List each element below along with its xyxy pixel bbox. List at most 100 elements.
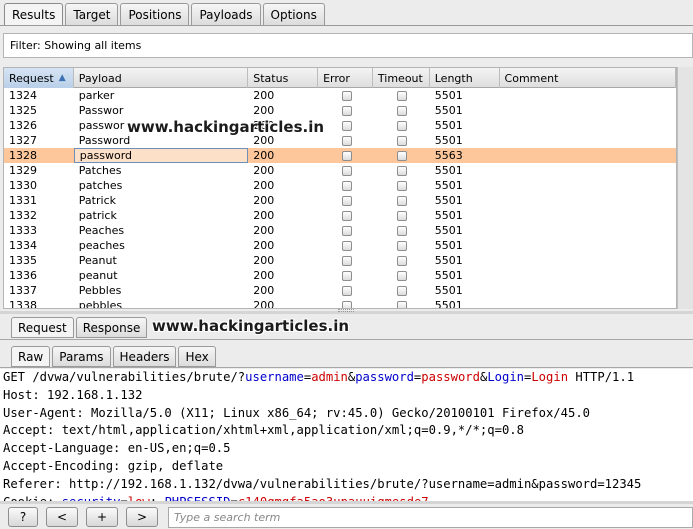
timeout-checkbox[interactable] [396, 195, 407, 206]
timeout-checkbox[interactable] [396, 270, 407, 281]
tab-hex[interactable]: Hex [178, 346, 216, 367]
table-row[interactable]: 1333 Peaches 200 5501 [4, 223, 676, 238]
error-checkbox[interactable] [342, 165, 353, 176]
error-checkbox[interactable] [342, 180, 353, 191]
table-row[interactable]: 1336 peanut 200 5501 [4, 268, 676, 283]
tab-target[interactable]: Target [65, 3, 119, 25]
tab-headers[interactable]: Headers [112, 346, 177, 367]
table-row[interactable]: 1338 pebbles 200 5501 [4, 298, 676, 309]
error-cell [318, 268, 373, 283]
filter-bar[interactable]: Filter: Showing all items [3, 33, 693, 58]
raw-request-editor[interactable]: GET /dvwa/vulnerabilities/brute/?usernam… [0, 369, 693, 503]
error-checkbox[interactable] [342, 195, 353, 206]
table-row[interactable]: 1337 Pebbles 200 5501 [4, 283, 676, 298]
error-checkbox[interactable] [342, 210, 353, 221]
cell-request: 1338 [9, 299, 37, 309]
table-row[interactable]: 1330 patches 200 5501 [4, 178, 676, 193]
timeout-checkbox[interactable] [396, 225, 407, 236]
timeout-checkbox[interactable] [396, 150, 407, 161]
error-checkbox[interactable] [342, 300, 353, 308]
error-checkbox[interactable] [342, 150, 353, 161]
timeout-checkbox[interactable] [396, 135, 407, 146]
error-checkbox[interactable] [342, 90, 353, 101]
cell-request: 1336 [9, 269, 37, 282]
error-checkbox[interactable] [342, 255, 353, 266]
request-text: Accept-Language: en-US,en;q=0.5 [3, 441, 231, 456]
error-checkbox[interactable] [342, 240, 353, 251]
editor-horizontal-scrollbar[interactable] [0, 501, 693, 504]
cell-request: 1330 [9, 179, 37, 192]
cell-request: 1329 [9, 164, 37, 177]
tab-raw[interactable]: Raw [11, 346, 51, 367]
column-header-length[interactable]: Length [430, 68, 500, 88]
table-row[interactable]: 1325 Passwor 200 5501 [4, 103, 676, 118]
table-row[interactable]: 1329 Patches 200 5501 [4, 163, 676, 178]
error-cell [318, 103, 373, 118]
error-cell [318, 223, 373, 238]
cell-status: 200 [253, 164, 275, 177]
search-input[interactable] [169, 508, 692, 527]
previous-match-button[interactable]: < [46, 507, 78, 527]
timeout-checkbox[interactable] [396, 285, 407, 296]
cell-status: 200 [253, 89, 275, 102]
timeout-checkbox[interactable] [396, 105, 407, 116]
tab-positions[interactable]: Positions [120, 3, 190, 25]
column-header-error[interactable]: Error [318, 68, 373, 88]
param-value: Login [531, 370, 569, 384]
cell-payload: Passwor [78, 104, 124, 117]
table-row[interactable]: 1335 Peanut 200 5501 [4, 253, 676, 268]
tab-options[interactable]: Options [262, 3, 325, 25]
table-row[interactable]: 1331 Patrick 200 5501 [4, 193, 676, 208]
filter-label: Filter: Showing all items [10, 39, 142, 52]
table-row[interactable]: 1328 password 200 5563 [4, 148, 676, 163]
cell-payload: pebbles [78, 299, 123, 309]
error-checkbox[interactable] [342, 105, 353, 116]
error-cell [318, 148, 373, 163]
cell-status: 200 [253, 224, 275, 237]
timeout-checkbox[interactable] [396, 240, 407, 251]
timeout-cell [373, 298, 430, 308]
table-row[interactable]: 1327 Password 200 5501 [4, 133, 676, 148]
column-header-status[interactable]: Status [248, 68, 319, 88]
splitter-grip-icon[interactable] [338, 309, 354, 312]
cell-status: 200 [253, 239, 275, 252]
column-label: Request [9, 71, 54, 85]
timeout-checkbox[interactable] [396, 255, 407, 266]
error-checkbox[interactable] [342, 135, 353, 146]
tab-results[interactable]: Results [4, 3, 64, 26]
cell-comment [500, 208, 676, 223]
column-header-payload[interactable]: Payload [74, 68, 249, 88]
timeout-checkbox[interactable] [396, 120, 407, 131]
cell-status: 200 [253, 299, 275, 309]
error-checkbox[interactable] [342, 270, 353, 281]
table-row[interactable]: 1332 patrick 200 5501 [4, 208, 676, 223]
table-row[interactable]: 1334 peaches 200 5501 [4, 238, 676, 253]
timeout-checkbox[interactable] [396, 180, 407, 191]
error-checkbox[interactable] [342, 285, 353, 296]
column-header-timeout[interactable]: Timeout [373, 68, 430, 88]
search-box[interactable] [168, 507, 693, 528]
add-button[interactable]: + [86, 507, 118, 527]
table-row[interactable]: 1326 passwor 200 5501 [4, 118, 676, 133]
cell-length: 5563 [434, 149, 463, 162]
timeout-checkbox[interactable] [396, 300, 407, 308]
tab-params[interactable]: Params [52, 346, 111, 367]
column-header-request[interactable]: Request ▲ [4, 68, 74, 88]
request-text: User-Agent: Mozilla/5.0 (X11; Linux x86_… [3, 405, 590, 420]
request-text: HTTP/1.1 [568, 370, 635, 384]
timeout-checkbox[interactable] [396, 90, 407, 101]
tab-payloads[interactable]: Payloads [191, 3, 261, 25]
cell-request: 1331 [9, 194, 37, 207]
timeout-checkbox[interactable] [396, 210, 407, 221]
table-row[interactable]: 1324 parker 200 5501 [4, 88, 676, 103]
help-button[interactable]: ? [8, 507, 38, 527]
next-match-button[interactable]: > [126, 507, 158, 527]
error-checkbox[interactable] [342, 225, 353, 236]
tab-request[interactable]: Request [11, 317, 74, 338]
column-header-comment[interactable]: Comment [500, 68, 676, 88]
tab-response[interactable]: Response [75, 317, 148, 338]
error-checkbox[interactable] [342, 120, 353, 131]
timeout-cell [373, 178, 430, 193]
table-scrollbar[interactable] [677, 67, 693, 309]
timeout-checkbox[interactable] [396, 165, 407, 176]
